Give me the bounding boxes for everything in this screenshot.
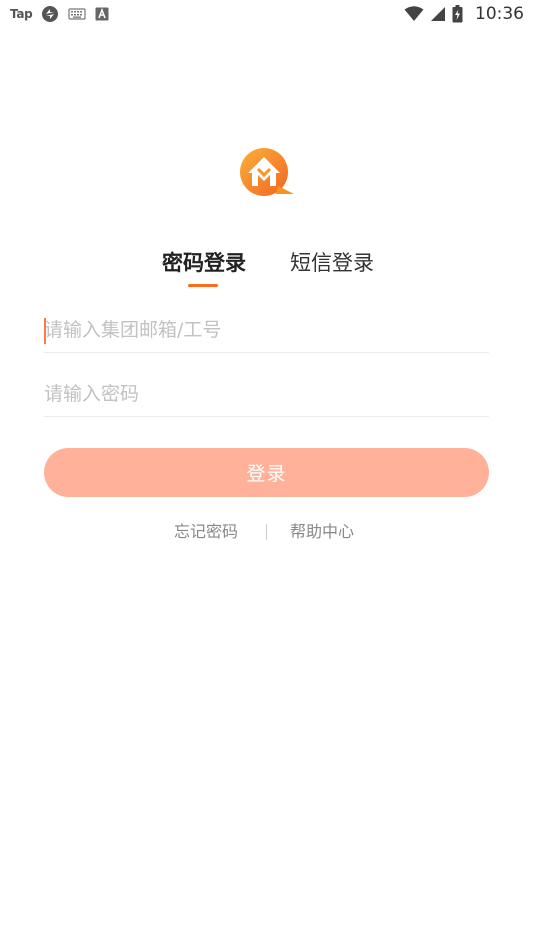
login-mode-tabs: 密码登录 短信登录 xyxy=(0,248,534,292)
account-field xyxy=(44,308,489,353)
active-tab-indicator xyxy=(188,284,218,287)
tab-password-login[interactable]: 密码登录 xyxy=(162,248,246,278)
login-screen: Tap 10:36 密码登录 短信登录 请输入集团邮箱/工号 登录 忘记密码 帮… xyxy=(0,0,534,950)
tap-app-icon: Tap xyxy=(10,7,33,21)
cell-signal-icon xyxy=(431,7,445,21)
forgot-password-link[interactable]: 忘记密码 xyxy=(174,520,238,544)
tab-sms-login[interactable]: 短信登录 xyxy=(290,248,374,278)
help-center-link[interactable]: 帮助中心 xyxy=(290,520,354,544)
sync-icon xyxy=(42,6,59,22)
login-button[interactable]: 登录 xyxy=(44,448,489,497)
text-cursor xyxy=(44,318,46,344)
keyboard-icon xyxy=(68,8,87,20)
wifi-icon xyxy=(404,6,424,21)
auxiliary-links: 忘记密码 帮助中心 xyxy=(0,520,534,544)
status-bar: Tap 10:36 xyxy=(0,0,534,28)
battery-charging-icon xyxy=(452,5,463,23)
status-bar-left: Tap xyxy=(10,5,109,23)
house-chat-logo-icon xyxy=(240,148,294,196)
link-separator xyxy=(266,524,267,540)
a-font-icon xyxy=(95,7,109,21)
password-field xyxy=(44,372,489,417)
status-bar-right: 10:36 xyxy=(404,3,524,25)
password-input[interactable] xyxy=(44,372,489,416)
status-bar-time: 10:36 xyxy=(475,4,524,24)
account-input[interactable] xyxy=(44,308,489,352)
